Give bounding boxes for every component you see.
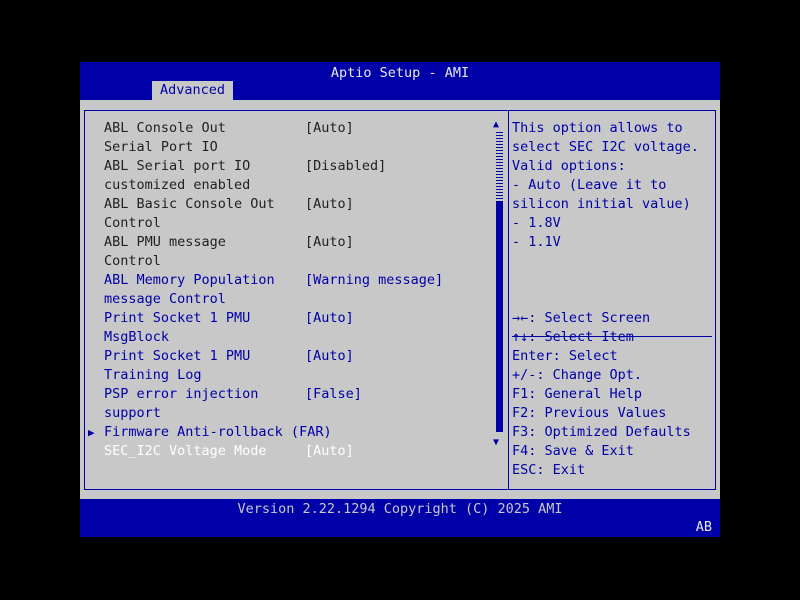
setting-row[interactable]: PSP error injection support [False] (80, 385, 490, 423)
key-hint: F4: Save & Exit (512, 443, 634, 459)
tab-advanced[interactable]: Advanced (152, 81, 234, 100)
help-line: Valid options: (512, 158, 626, 174)
setting-row[interactable]: SEC_I2C Voltage Mode [Auto] (80, 442, 490, 461)
submenu-arrow-icon: ▶ (88, 426, 95, 439)
help-line: - 1.1V (512, 234, 561, 250)
setting-label: Print Socket 1 PMU Training Log (104, 348, 251, 383)
footer-bar: Version 2.22.1294 Copyright (C) 2025 AMI… (80, 499, 720, 537)
setting-label: ABL PMU message Control (104, 234, 226, 269)
setting-row[interactable]: ▶ Firmware Anti-rollback (FAR) (80, 423, 490, 442)
setting-row[interactable]: ABL Memory Population message Control [Wa… (80, 271, 490, 309)
scrollbar-track[interactable] (496, 130, 503, 202)
key-hint: ↑↓: Select Item (512, 329, 634, 345)
setting-label: ABL Basic Console Out Control (104, 196, 275, 231)
setting-label: ABL Console Out Serial Port IO (104, 120, 226, 155)
setting-label: ABL Memory Population message Control (104, 272, 275, 307)
setting-value[interactable]: [Auto] (305, 195, 354, 214)
key-hint: Enter: Select (512, 348, 618, 364)
help-line: select SEC I2C voltage. (512, 139, 699, 155)
key-hint: +/-: Change Opt. (512, 367, 643, 383)
key-hint: →←: Select Screen (512, 310, 651, 326)
setting-label: ABL Serial port IO customized enabled (104, 158, 251, 193)
scroll-down-icon[interactable]: ▼ (493, 437, 499, 449)
panel-divider (508, 110, 509, 490)
setting-row[interactable]: Print Socket 1 PMU Training Log [Auto] (80, 347, 490, 385)
key-hint: F2: Previous Values (512, 405, 667, 421)
setting-label: PSP error injection support (104, 386, 259, 421)
scrollbar-thumb[interactable] (496, 202, 503, 432)
status-badge: AB (695, 519, 712, 535)
key-hint: F3: Optimized Defaults (512, 424, 691, 440)
setting-value[interactable]: [False] (305, 385, 362, 404)
help-line: This option allows to (512, 120, 683, 136)
setting-row[interactable]: ABL Basic Console Out Control [Auto] (80, 195, 490, 233)
key-hint: ESC: Exit (512, 462, 586, 478)
setting-value[interactable]: [Auto] (305, 119, 354, 138)
setting-label: Firmware Anti-rollback (FAR) (104, 424, 332, 440)
setting-value[interactable]: [Disabled] (305, 157, 386, 176)
setting-row[interactable]: ABL Console Out Serial Port IO [Auto] (80, 119, 490, 157)
setting-value[interactable]: [Auto] (305, 442, 354, 461)
setting-value[interactable]: [Auto] (305, 347, 354, 366)
setting-value[interactable]: [Auto] (305, 309, 354, 328)
setting-label: Print Socket 1 PMU MsgBlock (104, 310, 251, 345)
setting-row[interactable]: ABL Serial port IO customized enabled [Di… (80, 157, 490, 195)
setting-value[interactable]: [Auto] (305, 233, 354, 252)
bios-screen: Aptio Setup - AMI Advanced ABL Console O… (80, 62, 720, 537)
help-line: - 1.8V (512, 215, 561, 231)
setting-value[interactable]: [Warning message] (305, 271, 443, 290)
setting-row[interactable]: ABL PMU message Control [Auto] (80, 233, 490, 271)
version-text: Version 2.22.1294 Copyright (C) 2025 AMI (237, 501, 563, 517)
title-bar: Aptio Setup - AMI Advanced (80, 62, 720, 100)
setting-row[interactable]: Print Socket 1 PMU MsgBlock [Auto] (80, 309, 490, 347)
key-hint: F1: General Help (512, 386, 643, 402)
setting-label: SEC_I2C Voltage Mode (104, 443, 267, 459)
help-line: silicon initial value) (512, 196, 691, 212)
help-line: - Auto (Leave it to (512, 177, 667, 193)
content-panel: ABL Console Out Serial Port IO [Auto] ABL … (80, 100, 720, 499)
